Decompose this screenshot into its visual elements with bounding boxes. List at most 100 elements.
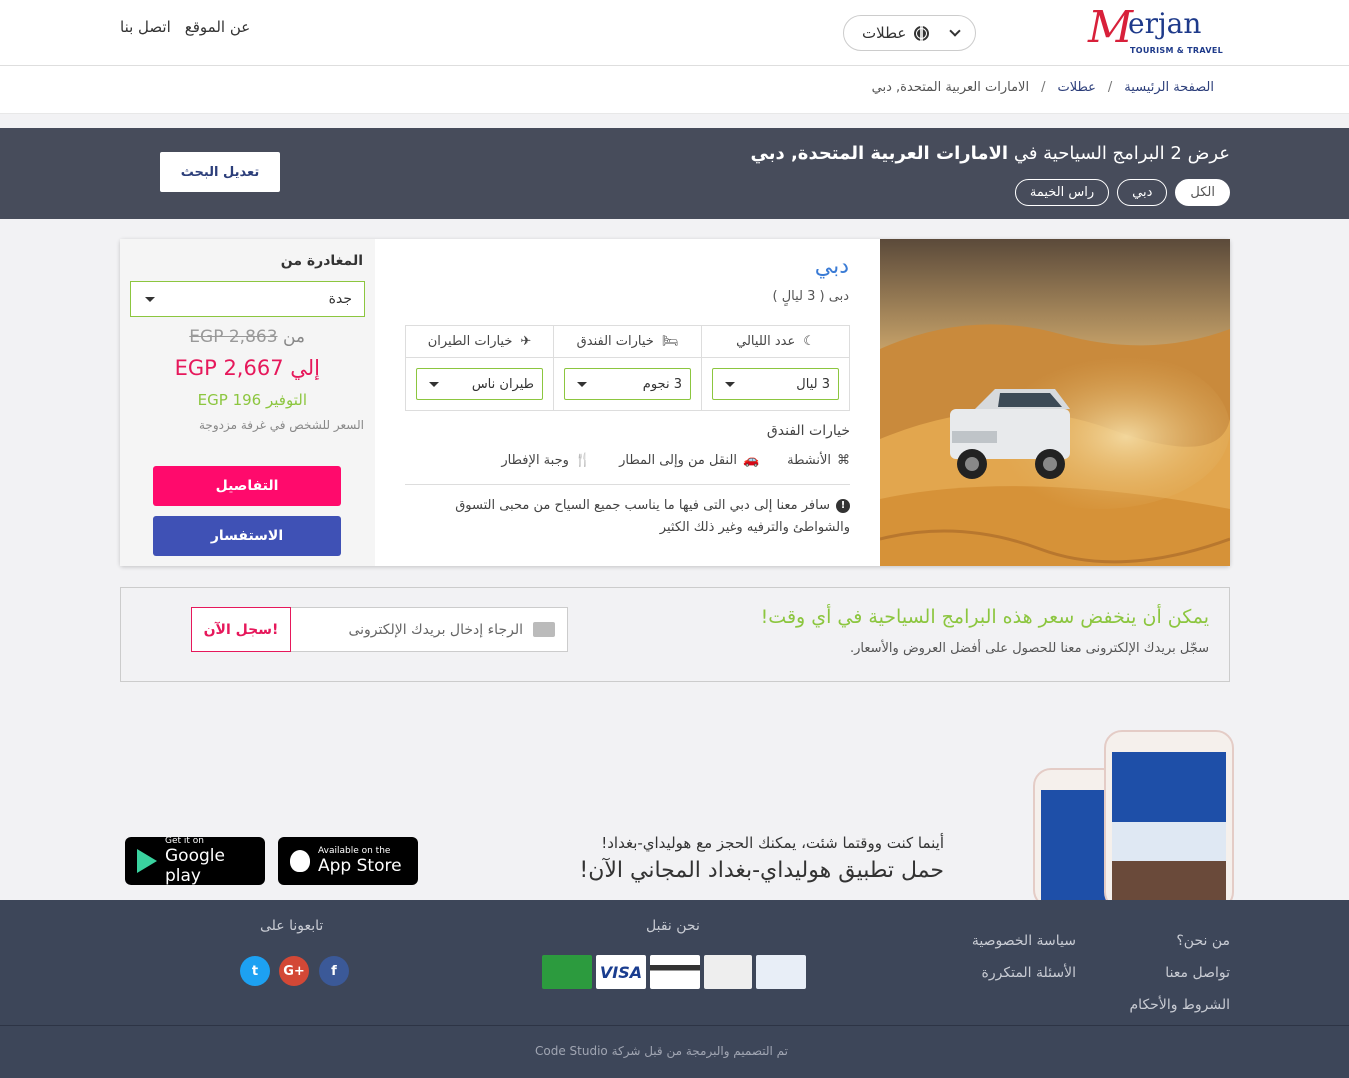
package-photo[interactable] xyxy=(880,239,1230,566)
apple-icon xyxy=(290,850,310,872)
signup-button[interactable]: سجل الآن! xyxy=(191,607,291,652)
bank-logo xyxy=(756,955,806,989)
filter-chip-ras-al-khaimah[interactable]: راس الخيمة xyxy=(1014,179,1110,206)
footer-divider xyxy=(0,1025,1349,1026)
package-duration: دبى ( 3 ليالٍ ) xyxy=(772,289,849,304)
feature-label: النقل من وإلى المطار xyxy=(619,453,737,468)
feature-label: وجبة الإفطار xyxy=(501,453,569,468)
hotel-select[interactable]: 3 نجوم xyxy=(564,368,691,400)
modify-search-button[interactable]: تعديل البحث xyxy=(160,152,280,192)
description-text: سافر معنا إلى دبي التى فيها ما يناسب جمي… xyxy=(455,498,850,535)
filter-chip-dubai[interactable]: دبي xyxy=(1117,179,1168,206)
nights-select[interactable]: 3 ليال xyxy=(712,368,839,400)
feature-activities: ⌘ الأنشطة xyxy=(787,453,850,468)
nights-value: 3 ليال xyxy=(796,376,830,392)
package-title[interactable]: دبي xyxy=(815,254,849,279)
footer-link-faq[interactable]: الأسئلة المتكررة xyxy=(972,957,1076,989)
mastercard-logo xyxy=(704,955,752,989)
saving-value: EGP 196 xyxy=(197,391,262,409)
card-logo xyxy=(650,955,700,989)
app-store-button[interactable]: Available on the App Store xyxy=(278,837,418,885)
departure-value: جدة xyxy=(328,291,352,307)
nights-option-column: ☾ عدد الليالي 3 ليال xyxy=(701,326,849,410)
departure-label: المغادرة من xyxy=(280,253,363,269)
email-input[interactable]: الرجاء إدخال بريدك الإلكترونى xyxy=(290,607,568,652)
price-original: من EGP 2,863 xyxy=(189,327,305,347)
footer-links-col2: سياسة الخصوصية الأسئلة المتكررة xyxy=(972,925,1076,989)
breadcrumb-home[interactable]: الصفحة الرئيسية xyxy=(1124,80,1214,95)
google-play-button[interactable]: Get it on Google play xyxy=(125,836,265,886)
footer-link-about[interactable]: من نحن؟ xyxy=(1130,925,1230,957)
top-links: عن الموقع اتصل بنا xyxy=(120,18,250,44)
about-link[interactable]: عن الموقع xyxy=(185,18,250,44)
breadcrumb-current: الامارات العربية المتحدة, دبي xyxy=(871,80,1030,95)
cutlery-icon: 🍴 xyxy=(574,453,592,468)
breadcrumb-holidays[interactable]: عطلات xyxy=(1057,80,1095,95)
feature-transfer: 🚗 النقل من وإلى المطار xyxy=(619,453,759,468)
flight-value: طيران ناس xyxy=(471,376,534,392)
car-icon: 🚗 xyxy=(742,453,760,468)
price-discounted: إلي EGP 2,667 xyxy=(175,356,320,380)
logo-tagline: TOURISM & TRAVEL xyxy=(1130,46,1223,55)
facebook-icon[interactable]: f xyxy=(319,956,349,986)
footer-link-privacy[interactable]: سياسة الخصوصية xyxy=(972,925,1076,957)
google-play-small: Get it on xyxy=(165,836,205,846)
google-play-icon xyxy=(137,849,157,873)
app-promo-title: حمل تطبيق هوليداي-بغداد المجاني الآن! xyxy=(579,858,944,883)
price-new-value: EGP 2,667 xyxy=(174,356,284,380)
globe-icon xyxy=(914,25,930,41)
package-features: ⌘ الأنشطة 🚗 النقل من وإلى المطار 🍴 وجبة الإ… xyxy=(501,453,850,468)
app-store-small: Available on the xyxy=(318,846,391,856)
binoculars-icon: ⌘ xyxy=(837,453,850,468)
saving-label: التوفير xyxy=(266,391,307,409)
chevron-down-icon xyxy=(949,25,961,37)
envelope-icon xyxy=(533,622,555,637)
feature-label: الأنشطة xyxy=(787,453,831,468)
social-title: تابعونا على xyxy=(260,918,324,934)
google-plus-icon[interactable]: G+ xyxy=(279,956,309,986)
moon-icon: ☾ xyxy=(803,334,815,349)
footer-link-terms[interactable]: الشروط والأحكام xyxy=(1130,989,1230,1021)
payment-methods-title: نحن نقبل xyxy=(646,918,700,934)
hotel-value: 3 نجوم xyxy=(642,376,682,392)
caret-down-icon xyxy=(145,296,155,302)
plane-icon: ✈ xyxy=(520,334,532,349)
caret-down-icon xyxy=(725,381,735,387)
merjan-logo[interactable]: M erjan TOURISM & TRAVEL xyxy=(1088,4,1223,60)
twitter-icon[interactable]: t xyxy=(240,956,270,986)
app-screen xyxy=(1041,790,1113,906)
divider xyxy=(405,484,850,485)
breadcrumb-separator: / xyxy=(1107,80,1113,95)
departure-select[interactable]: جدة xyxy=(130,281,365,317)
price-old-value: EGP 2,863 xyxy=(189,327,278,347)
destination-filters: الكل دبي راس الخيمة xyxy=(1014,179,1230,206)
phone-mockup-front xyxy=(1104,730,1234,910)
price-note: السعر للشخص في غرفة مزدوجة xyxy=(199,418,364,432)
feature-breakfast: 🍴 وجبة الإفطار xyxy=(501,453,591,468)
app-promo-subtitle: أينما كنت ووقتما شئت، يمكنك الحجز مع هول… xyxy=(601,834,944,852)
flight-option-column: ✈ خيارات الطيران طيران ناس xyxy=(406,326,553,410)
price-alert-subtitle: سجّل بريدك الإلكترونى معنا للحصول على أف… xyxy=(849,641,1209,656)
footer-link-contact[interactable]: تواصل معنا xyxy=(1130,957,1230,989)
email-placeholder: الرجاء إدخال بريدك الإلكترونى xyxy=(348,621,523,638)
caret-down-icon xyxy=(577,381,587,387)
contact-link[interactable]: اتصل بنا xyxy=(120,18,171,44)
package-options-table: ☾ عدد الليالي 3 ليال 🛏 خيارات الفندق 3 نجو… xyxy=(405,325,850,411)
flight-select[interactable]: طيران ناس xyxy=(416,368,543,400)
payment-logo-green xyxy=(542,955,592,989)
copyright-text: تم التصميم والبرمجة من قبل شركة Code Stu… xyxy=(535,1044,789,1058)
results-count-text: عرض 2 البرامج السياحية في xyxy=(1013,143,1230,164)
breadcrumb: الصفحة الرئيسية / عطلات / الامارات العرب… xyxy=(872,80,1214,95)
caret-down-icon xyxy=(429,381,439,387)
holidays-dropdown[interactable]: عطلات xyxy=(843,15,976,51)
nights-header: عدد الليالي xyxy=(736,334,796,349)
details-button[interactable]: التفاصيل xyxy=(153,466,341,506)
inquiry-button[interactable]: الاستفسار xyxy=(153,516,341,556)
filter-chip-all[interactable]: الكل xyxy=(1175,179,1230,206)
price-saving: التوفير EGP 196 xyxy=(198,391,307,409)
holidays-label: عطلات xyxy=(862,24,907,42)
visa-logo: VISA xyxy=(596,955,646,989)
app-store-big: App Store xyxy=(318,856,402,876)
footer-links-col1: من نحن؟ تواصل معنا الشروط والأحكام xyxy=(1130,925,1230,1021)
desert-suv-image xyxy=(880,239,1230,566)
